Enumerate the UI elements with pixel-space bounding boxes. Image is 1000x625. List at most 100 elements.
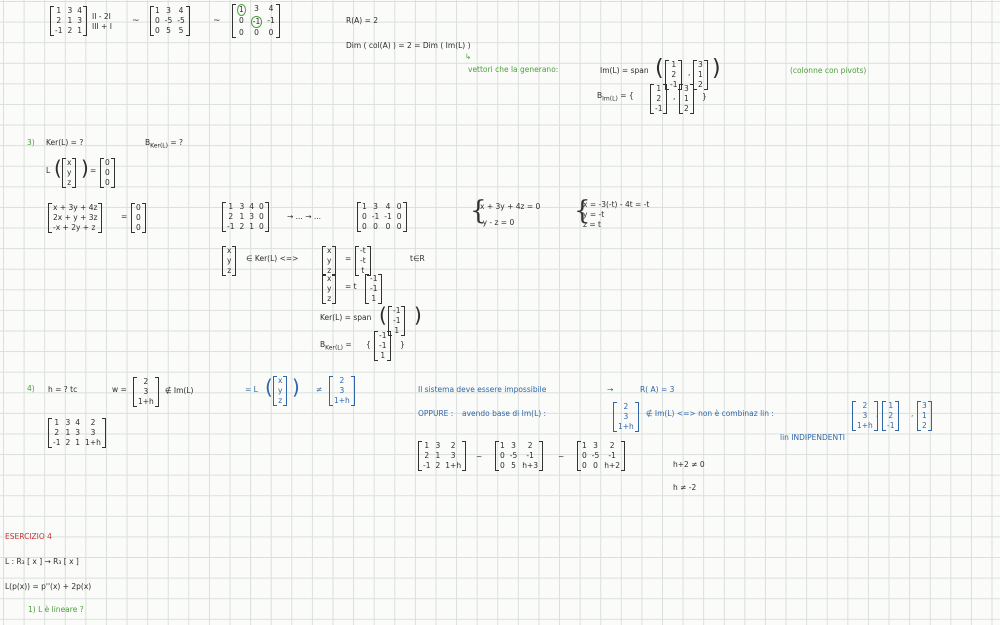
base-ker: BKer(L) =	[320, 340, 352, 352]
matrix-cell: 3	[254, 4, 259, 13]
impossibile-text: Il sistema deve essere impossibile	[418, 385, 547, 394]
matrix-cell: 3	[593, 441, 598, 450]
matrix-cell: 0	[582, 451, 587, 460]
tilde: ~	[476, 452, 483, 461]
arrow-down: ↳	[465, 52, 472, 61]
matrix-cell: 0	[396, 222, 402, 231]
matrix-cell: 2	[450, 441, 456, 450]
matrix-cell: 3	[90, 428, 96, 437]
matrix-cell: -1	[379, 341, 387, 350]
matrix-cell: 1	[656, 84, 662, 93]
augmented-matrix-2: 1 3 4 0 0 -1 -1 0 0 0 0 0	[357, 202, 407, 232]
matrix-cell: -t	[360, 246, 366, 255]
matrix-cell: -1	[608, 451, 616, 460]
equals: =	[121, 212, 128, 221]
matrix-cell: 1	[888, 401, 894, 410]
arrow-impossibile: →	[607, 385, 614, 394]
matrix-cell: -1	[371, 212, 380, 221]
matrix-cell: x	[67, 158, 72, 167]
matrix-cell: z	[327, 294, 332, 303]
matrix-cell: 0	[362, 212, 367, 221]
matrix-cell: 0	[254, 28, 259, 37]
matrix-cell: 1	[380, 351, 386, 360]
augmented-matrix-h: 1 3 4 2 2 1 3 3 -1 2 1 1+h	[48, 418, 106, 448]
equals: =	[90, 166, 97, 175]
matrix-cell: -t	[360, 256, 366, 265]
matrix-cell: 3	[77, 16, 83, 25]
matrix-cell: -1	[370, 274, 378, 283]
matrix-cell: h+2	[604, 461, 621, 470]
matrix-cell: 0	[362, 222, 367, 231]
w-vector-blue: 2 3 1+h	[329, 376, 355, 406]
matrix-cell: 3	[698, 60, 703, 69]
matrix-cell: 2	[609, 441, 615, 450]
matrix-cell: -1	[370, 284, 378, 293]
matrix-cell: 2x + y + 3z	[53, 213, 98, 222]
matrix-cell: 0	[239, 28, 244, 37]
matrix-cell: 3	[249, 212, 255, 221]
matrix-cell: 0	[396, 202, 402, 211]
paren-close: )	[712, 56, 721, 81]
dim-text: Dim ( col(A) ) = 2 = Dim ( Im(L) )	[346, 41, 471, 50]
lin-indip: lin INDIPENDENTI	[780, 433, 845, 442]
param-vector: -t -t t	[355, 246, 371, 276]
matrix-cell: -5	[509, 451, 518, 460]
matrix-cell: 1	[698, 70, 703, 79]
paren-close: )	[292, 375, 300, 399]
zero-vector: 000	[100, 158, 115, 188]
matrix-cell: 3	[922, 401, 927, 410]
matrix-cell: 0	[105, 158, 110, 167]
v1-blue: 1 2 -1	[882, 401, 900, 431]
matrix-cell: 5	[511, 461, 516, 470]
tilde-2: ~	[213, 16, 221, 26]
matrix-cell: 0	[239, 16, 244, 25]
matrix-cell: x	[327, 246, 332, 255]
matrix-cell: y	[327, 256, 332, 265]
matrix-cell: 2	[888, 411, 894, 420]
matrix-cell: 1+h	[85, 438, 101, 447]
comma: ,	[876, 409, 879, 418]
matrix-cell: 4	[178, 6, 184, 15]
reduce-h-1: 1 3 2 2 1 3 -1 2 1+h	[418, 441, 467, 471]
w-vector: 2 3 1+h	[133, 377, 159, 407]
matrix-cell: 1+h	[445, 461, 462, 470]
matrix-cell: y	[227, 256, 232, 265]
zero-vector-2: 000	[131, 203, 146, 233]
matrix-reduced-2: 1 3 4 0 -1 -1 0 0 0	[232, 4, 280, 38]
matrix-cell: 2	[143, 377, 149, 386]
matrix-cell: 0	[136, 213, 141, 222]
reduce-h-3: 1 3 2 0 -5 -1 0 0 h+2	[577, 441, 626, 471]
im-span: Im(L) = span	[600, 66, 649, 75]
matrix-cell: 2	[56, 16, 62, 25]
matrix-cell: y	[278, 386, 283, 395]
matrix-cell: 2	[239, 222, 245, 231]
matrix-cell: 4	[77, 6, 83, 15]
matrix-cell: x + 3y + 4z	[53, 203, 98, 212]
matrix-cell: 3	[684, 84, 689, 93]
tilde-1: ~	[132, 16, 140, 26]
matrix-cell: 2	[684, 104, 689, 113]
matrix-cell: 1	[67, 16, 73, 25]
matrix-cell: 3	[239, 202, 245, 211]
matrix-cell: 3	[435, 441, 441, 450]
ker-vector: -1 -1 1	[365, 274, 383, 304]
matrix-cell: 1	[155, 6, 160, 15]
matrix-cell: 2	[862, 401, 868, 410]
matrix-cell: 5	[178, 26, 184, 35]
matrix-cell: 2	[65, 438, 71, 447]
matrix-cell: 2	[922, 421, 927, 430]
matrix-cell: 3	[373, 202, 378, 211]
oppure-text: OPPURE :	[418, 409, 454, 418]
solution: x = -3(-t) - 4t = -t y = -t z = t	[583, 200, 650, 229]
matrix-cell: 3	[75, 428, 81, 437]
xyz-vector-3: xyz	[322, 246, 337, 276]
matrix-cell: 1	[671, 60, 677, 69]
matrix-cell: 3	[339, 386, 345, 395]
ker-span: Ker(L) = span	[320, 313, 372, 322]
matrix-cell: 2	[623, 402, 629, 411]
matrix-cell: 1	[424, 441, 430, 450]
matrix-cell: -1	[227, 222, 235, 231]
matrix-cell: 4	[385, 202, 391, 211]
matrix-cell: 1+h	[138, 397, 154, 406]
matrix-cell: -1	[379, 331, 387, 340]
